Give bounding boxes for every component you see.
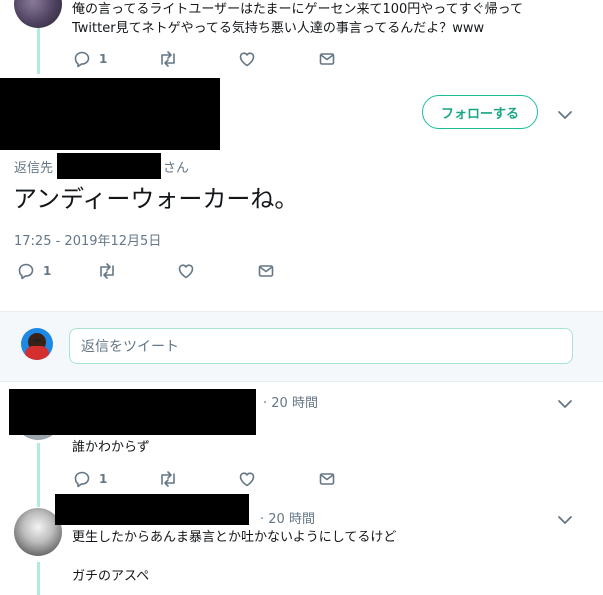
dm-button[interactable]: [318, 50, 336, 68]
dm-icon: [318, 50, 336, 68]
reply-button[interactable]: 1: [17, 262, 97, 280]
retweet-button[interactable]: [97, 262, 177, 280]
reply-icon: [73, 50, 91, 68]
like-button[interactable]: [238, 50, 318, 68]
reply-to-prefix: 返信先: [14, 161, 54, 176]
reply-text-line-1: 更生したからあんま暴言とか吐かないようにしてるけど: [72, 530, 397, 545]
avatar[interactable]: [14, 0, 62, 28]
dm-icon: [318, 470, 336, 488]
reply-button[interactable]: 1: [73, 470, 158, 488]
reply-input[interactable]: 返信をツイート: [69, 328, 573, 364]
thread-line: [37, 562, 40, 595]
like-icon: [238, 50, 256, 68]
reply-composer: 返信をツイート: [0, 311, 603, 382]
retweet-button[interactable]: [158, 470, 238, 488]
retweet-icon: [158, 50, 178, 68]
reply-time[interactable]: · 20 時間: [260, 508, 315, 527]
tweet-text-line-2: Twitter見てネトゲやってる気持ち悪い人達の事言ってるんだよ？www: [72, 21, 485, 36]
chevron-down-icon[interactable]: [557, 395, 573, 414]
like-icon: [238, 470, 256, 488]
follow-button[interactable]: フォローする: [422, 95, 538, 129]
redacted-author: [55, 494, 249, 525]
retweet-icon: [158, 470, 178, 488]
avatar: [21, 328, 53, 360]
like-icon: [177, 262, 195, 280]
dm-button[interactable]: [257, 262, 275, 280]
like-button[interactable]: [238, 470, 318, 488]
main-tweet-actions: 1: [17, 262, 275, 280]
reply-icon: [17, 262, 35, 280]
tweet-timestamp[interactable]: 17:25 - 2019年12月5日: [14, 230, 161, 249]
redacted-author: [9, 389, 256, 435]
reply-count: 1: [99, 472, 108, 486]
thread-line: [37, 443, 40, 507]
tweet-actions: 1: [73, 50, 336, 68]
reply-icon: [73, 470, 91, 488]
reply-text-line-2: ガチのアスペ: [72, 569, 150, 584]
retweet-button[interactable]: [158, 50, 238, 68]
reply-input-placeholder: 返信をツイート: [81, 339, 179, 355]
reply-count: 1: [99, 52, 108, 66]
reply-text: 誰かわからず: [72, 440, 150, 455]
dm-icon: [257, 262, 275, 280]
reply-actions: 1: [73, 470, 336, 488]
main-tweet-text: アンディーウォーカーね。: [13, 185, 299, 213]
reply-time[interactable]: · 20 時間: [263, 392, 318, 411]
reply-count: 1: [43, 264, 52, 278]
reply-to-suffix: さん: [163, 161, 190, 176]
tweet-text-line-1: 俺の言ってるライトユーザーはたまーにゲーセン来て100円やってすぐ帰って: [72, 2, 523, 17]
retweet-icon: [97, 262, 117, 280]
thread-line-top: [37, 26, 40, 74]
redacted-author: [0, 78, 220, 150]
reply-button[interactable]: 1: [73, 50, 158, 68]
redacted-reply-to-handle: [57, 153, 161, 179]
dm-button[interactable]: [318, 470, 336, 488]
chevron-down-icon[interactable]: [557, 511, 573, 530]
chevron-down-icon[interactable]: [557, 106, 573, 125]
like-button[interactable]: [177, 262, 257, 280]
